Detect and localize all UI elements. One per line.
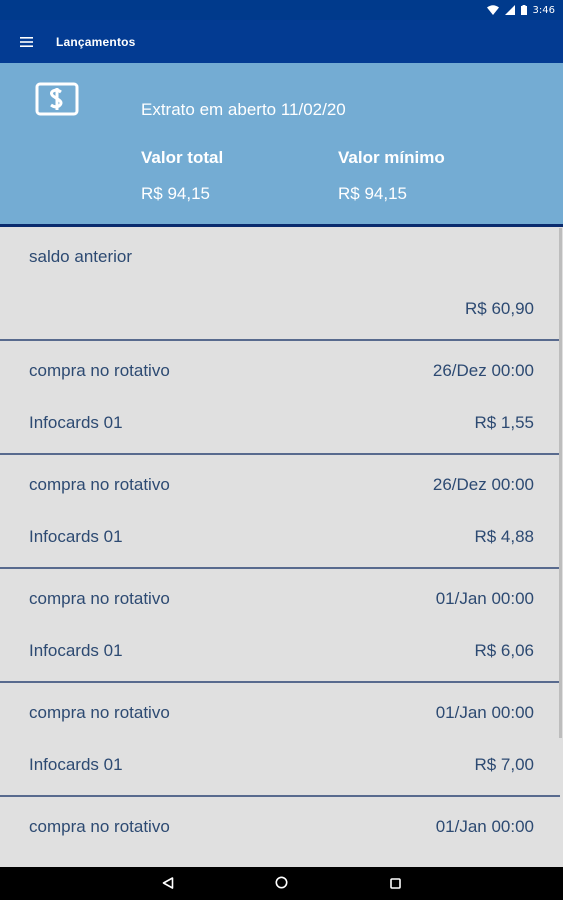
status-time: 3:46 xyxy=(532,4,555,16)
recents-square-icon xyxy=(390,874,401,893)
entry-amount: R$ 1,55 xyxy=(474,413,534,432)
list-item[interactable]: compra no rotativo 26/Dez 00:00 Infocard… xyxy=(0,455,560,569)
entry-date: 01/Jan 00:00 xyxy=(435,589,534,608)
home-circle-icon xyxy=(275,874,288,893)
entry-amount: R$ 6,06 xyxy=(474,641,534,660)
system-nav-bar xyxy=(0,867,563,900)
menu-button[interactable] xyxy=(0,20,52,63)
page-title: Lançamentos xyxy=(56,34,136,49)
entry-description: saldo anterior xyxy=(29,247,133,266)
entry-merchant: Infocards 01 xyxy=(29,755,123,774)
entry-amount: R$ 7,00 xyxy=(474,755,534,774)
list-item[interactable]: compra no rotativo 01/Jan 00:00 xyxy=(0,797,560,867)
list-item[interactable]: saldo anterior R$ 60,90 xyxy=(0,227,560,341)
entry-description: compra no rotativo xyxy=(29,475,170,494)
list-item[interactable]: compra no rotativo 01/Jan 00:00 Infocard… xyxy=(0,683,560,797)
entry-amount: R$ 4,88 xyxy=(474,527,534,546)
signal-icon xyxy=(504,5,515,15)
minimum-label: Valor mínimo xyxy=(338,148,445,167)
transaction-list[interactable]: saldo anterior R$ 60,90 compra no rotati… xyxy=(0,227,560,867)
entry-description: compra no rotativo xyxy=(29,361,170,380)
app-bar: Lançamentos xyxy=(0,20,563,63)
list-item[interactable]: compra no rotativo 01/Jan 00:00 Infocard… xyxy=(0,569,560,683)
entry-merchant: Infocards 01 xyxy=(29,527,123,546)
minimum-value: R$ 94,15 xyxy=(338,184,407,203)
back-button[interactable] xyxy=(156,872,180,896)
entry-date: 01/Jan 00:00 xyxy=(435,703,534,722)
total-value: R$ 94,15 xyxy=(141,184,210,203)
hamburger-menu-icon xyxy=(19,32,33,51)
entry-description: compra no rotativo xyxy=(29,703,170,722)
status-bar: 3:46 xyxy=(0,0,563,20)
recents-button[interactable] xyxy=(384,872,408,896)
home-button[interactable] xyxy=(270,872,294,896)
entry-merchant: Infocards 01 xyxy=(29,413,123,432)
entry-date: 01/Jan 00:00 xyxy=(435,817,534,836)
back-triangle-icon xyxy=(162,874,174,893)
total-label: Valor total xyxy=(141,148,224,167)
wifi-icon xyxy=(486,5,499,15)
entry-date: 26/Dez 00:00 xyxy=(432,475,534,494)
entry-amount: R$ 60,90 xyxy=(465,299,534,318)
scrollbar[interactable] xyxy=(559,228,562,738)
statement-summary: Extrato em aberto 11/02/20 Valor total V… xyxy=(0,63,563,224)
entry-date: 26/Dez 00:00 xyxy=(432,361,534,380)
list-item[interactable]: compra no rotativo 26/Dez 00:00 Infocard… xyxy=(0,341,560,455)
battery-icon xyxy=(520,5,527,15)
entry-description: compra no rotativo xyxy=(29,817,170,836)
dollar-bill-icon xyxy=(35,82,79,120)
statement-title: Extrato em aberto 11/02/20 xyxy=(141,100,346,119)
entry-description: compra no rotativo xyxy=(29,589,170,608)
entry-merchant: Infocards 01 xyxy=(29,641,123,660)
